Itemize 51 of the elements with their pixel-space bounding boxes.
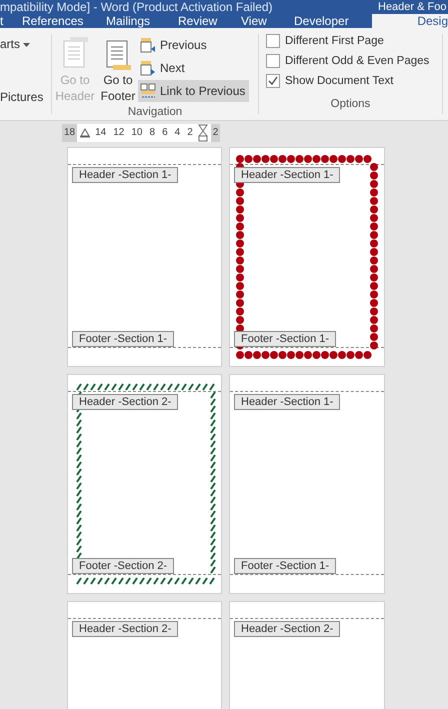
footer-label: Footer -Section 2- xyxy=(72,558,174,574)
link-icon xyxy=(140,83,156,99)
window-title: mpatibility Mode] - Word (Product Activation Failed) xyxy=(0,0,273,14)
group-label: Options xyxy=(330,98,372,112)
ruler-number: 6 xyxy=(161,126,169,140)
ruler-number: 8 xyxy=(148,126,156,140)
footer-label: Footer -Section 1- xyxy=(72,331,174,347)
ruler-number: 18 xyxy=(62,124,78,142)
footer-label: Footer -Section 1- xyxy=(234,558,336,574)
option-checkbox[interactable]: Show Document Text xyxy=(266,74,430,88)
tab-marker-icon[interactable] xyxy=(80,128,90,138)
ruler-number: 4 xyxy=(174,126,182,140)
header-label: Header -Section 2- xyxy=(72,394,178,410)
ribbon-tab[interactable]: References xyxy=(22,14,106,28)
footer-label: Footer -Section 1- xyxy=(234,331,336,347)
ribbon-small-button[interactable]: Previous xyxy=(138,34,250,56)
ribbon-tab[interactable]: Desig xyxy=(372,14,448,28)
checkbox-label: Show Document Text xyxy=(285,75,394,87)
ribbon-tab[interactable]: Mailings xyxy=(106,14,178,28)
ribbon-small-button[interactable]: Link to Previous xyxy=(138,80,250,102)
ribbon-tab[interactable]: t xyxy=(0,14,22,28)
checkbox-label: Different First Page xyxy=(285,35,384,47)
checkbox[interactable] xyxy=(266,34,280,48)
option-checkbox[interactable]: Different First Page xyxy=(266,34,430,48)
next-section-icon xyxy=(140,60,156,76)
ribbon-tab[interactable]: View xyxy=(241,14,294,28)
ribbon-command[interactable]: arts xyxy=(0,37,44,51)
ruler-number: 12 xyxy=(112,126,126,140)
header-label: Header -Section 2- xyxy=(72,621,178,637)
context-title: Header & Foo xyxy=(378,1,446,13)
ribbon-tab[interactable]: Review xyxy=(178,14,241,28)
ruler-number: 2 xyxy=(210,124,220,142)
previous-section-icon xyxy=(140,37,156,53)
ribbon-large-button[interactable]: Go to Footer xyxy=(98,34,138,106)
ruler-number: 14 xyxy=(94,126,108,140)
header-label: Header -Section 1- xyxy=(72,167,178,183)
indent-marker-icon[interactable] xyxy=(198,124,208,142)
ruler[interactable]: 18 14 12 10 8 6 4 2 2 xyxy=(62,124,220,142)
ribbon-command[interactable]: Pictures xyxy=(0,90,44,104)
header-label: Header -Section 2- xyxy=(234,621,340,637)
checkbox[interactable] xyxy=(266,74,280,88)
ruler-number: 10 xyxy=(130,126,144,140)
ribbon-small-button[interactable]: Next xyxy=(138,57,250,79)
checkbox[interactable] xyxy=(266,54,280,68)
ruler-number: 2 xyxy=(186,126,194,140)
header-label: Header -Section 1- xyxy=(234,394,340,410)
header-label: Header -Section 1- xyxy=(234,167,340,183)
checkbox-label: Different Odd & Even Pages xyxy=(285,55,430,67)
ribbon-tab[interactable]: Developer xyxy=(294,14,372,28)
option-checkbox[interactable]: Different Odd & Even Pages xyxy=(266,54,430,68)
group-label: Navigation xyxy=(126,106,184,118)
